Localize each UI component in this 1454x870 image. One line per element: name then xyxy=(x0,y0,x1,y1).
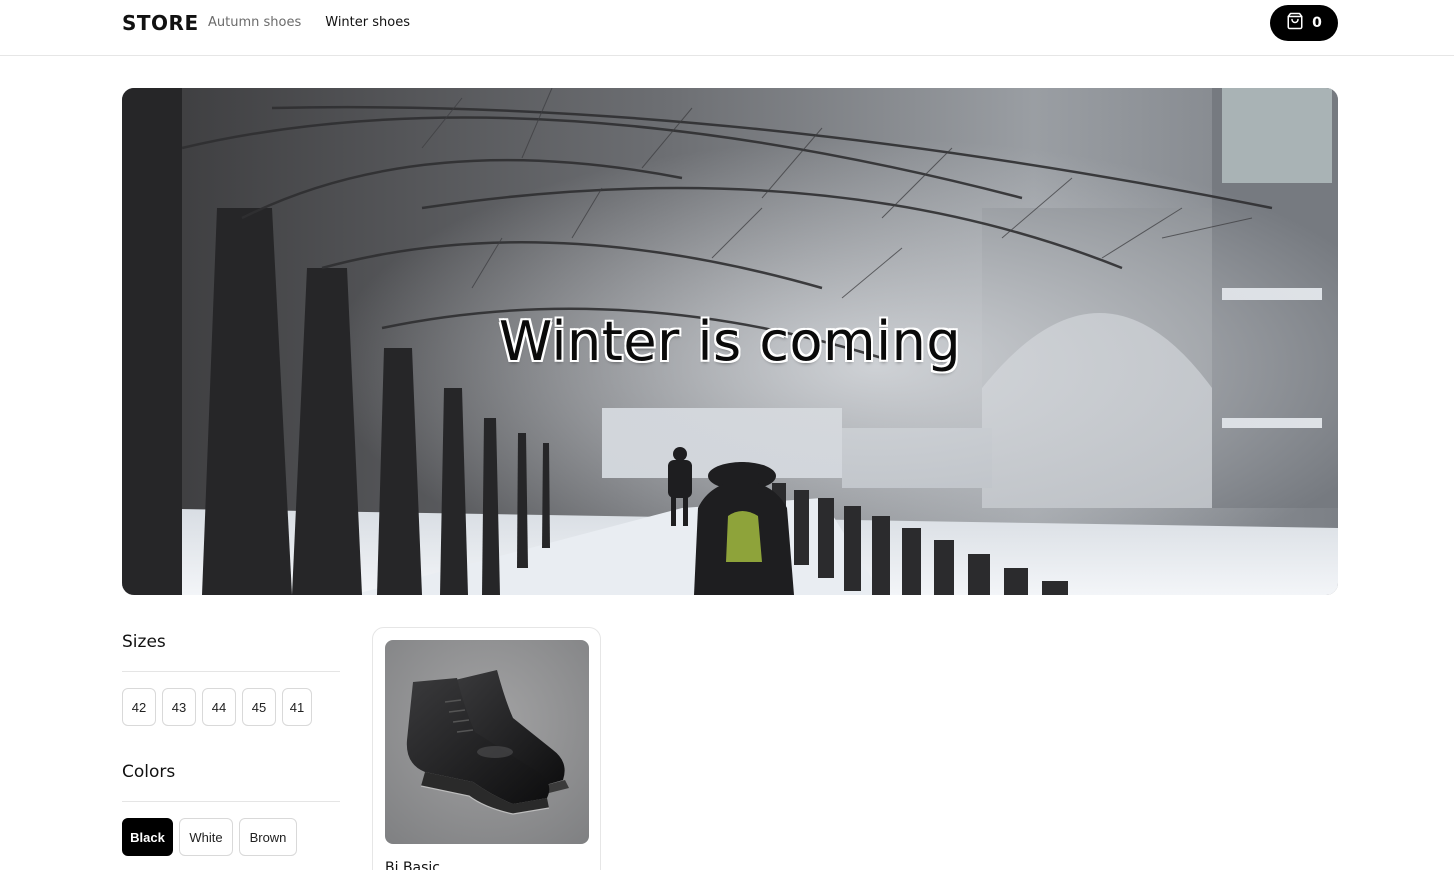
color-option-brown[interactable]: Brown xyxy=(239,818,297,856)
colors-filter: Colors Black White Brown xyxy=(122,758,340,856)
color-options: Black White Brown xyxy=(122,818,340,856)
size-options: 42 43 44 45 41 xyxy=(122,688,340,726)
hero-banner: Winter is coming xyxy=(122,88,1338,595)
colors-filter-title: Colors xyxy=(122,762,176,782)
sizes-filter: Sizes 42 43 44 45 41 xyxy=(122,628,340,726)
store-logo[interactable]: STORE xyxy=(122,11,199,35)
product-image[interactable] xyxy=(385,640,589,844)
divider xyxy=(122,671,340,672)
product-name[interactable]: Bi Basic xyxy=(385,860,440,870)
site-header: STORE Autumn shoes Winter shoes 0 xyxy=(0,0,1454,56)
color-option-black[interactable]: Black xyxy=(122,818,173,856)
nav-link-autumn-shoes[interactable]: Autumn shoes xyxy=(208,15,301,30)
hero-title: Winter is coming xyxy=(498,310,962,373)
product-card[interactable]: Bi Basic xyxy=(372,627,601,870)
sizes-filter-title: Sizes xyxy=(122,632,166,652)
nav-link-winter-shoes[interactable]: Winter shoes xyxy=(325,15,410,30)
size-option-43[interactable]: 43 xyxy=(162,688,196,726)
color-option-white[interactable]: White xyxy=(179,818,233,856)
size-option-44[interactable]: 44 xyxy=(202,688,236,726)
main-nav: Autumn shoes Winter shoes xyxy=(208,15,410,30)
filters-sidebar: Sizes 42 43 44 45 41 Colors Black White … xyxy=(122,628,340,856)
cart-button[interactable]: 0 xyxy=(1270,5,1338,41)
size-option-41[interactable]: 41 xyxy=(282,688,312,726)
boots-image xyxy=(385,640,589,844)
shopping-bag-icon xyxy=(1286,12,1304,34)
size-option-45[interactable]: 45 xyxy=(242,688,276,726)
size-option-42[interactable]: 42 xyxy=(122,688,156,726)
cart-count: 0 xyxy=(1312,15,1322,31)
divider xyxy=(122,801,340,802)
